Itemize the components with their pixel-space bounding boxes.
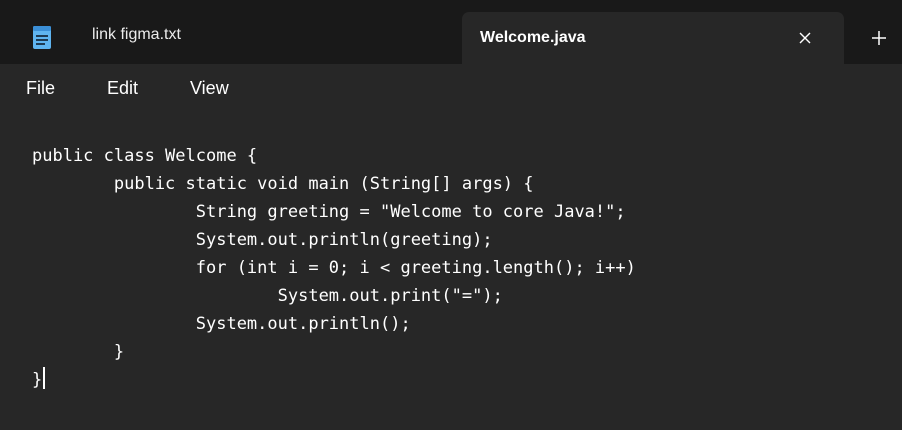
code-line-9-text: }: [32, 370, 43, 390]
notepad-icon: [32, 24, 52, 50]
code-line-6: System.out.print("=");: [32, 286, 503, 306]
menu-bar: File Edit View: [0, 64, 902, 114]
tab-bar: link figma.txt Welcome.java: [0, 0, 902, 64]
notepad-window: link figma.txt Welcome.java File Edit Vi…: [0, 0, 902, 430]
close-icon[interactable]: [792, 25, 818, 51]
text-editor[interactable]: public class Welcome { public static voi…: [0, 114, 902, 430]
code-line-8: }: [32, 342, 125, 362]
code-line-2: public static void main (String[] args) …: [32, 174, 534, 194]
tab-welcome-java[interactable]: Welcome.java: [462, 12, 844, 64]
code-line-1: public class Welcome {: [32, 146, 258, 166]
text-caret: [43, 367, 46, 389]
close-icon-graphic: [799, 32, 811, 44]
code-line-9: }: [32, 366, 636, 394]
code-line-4: System.out.println(greeting);: [32, 230, 493, 250]
code-line-7: System.out.println();: [32, 314, 411, 334]
menu-file[interactable]: File: [26, 78, 55, 99]
menu-view[interactable]: View: [190, 78, 229, 99]
tab-link-figma[interactable]: link figma.txt: [0, 12, 462, 64]
tab-label-link-figma: link figma.txt: [92, 26, 181, 43]
menu-edit[interactable]: Edit: [107, 78, 138, 99]
code-content: public class Welcome { public static voi…: [32, 142, 636, 394]
tab-label-welcome-java: Welcome.java: [480, 29, 586, 46]
code-line-3: String greeting = "Welcome to core Java!…: [32, 202, 626, 222]
plus-icon-graphic: [872, 31, 886, 45]
notepad-icon-graphic: [33, 26, 51, 49]
code-line-5: for (int i = 0; i < greeting.length(); i…: [32, 258, 636, 278]
plus-icon[interactable]: [866, 25, 892, 51]
